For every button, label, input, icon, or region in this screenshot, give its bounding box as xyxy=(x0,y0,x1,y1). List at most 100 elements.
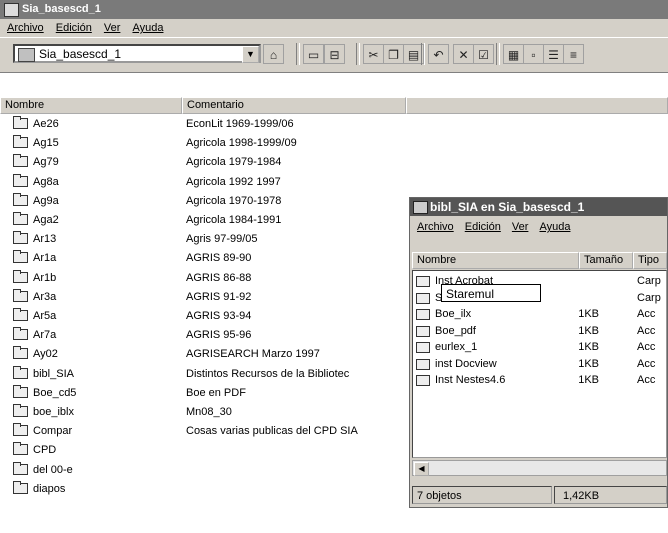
folder-icon xyxy=(13,173,28,187)
item-name: Ar5a xyxy=(33,310,57,322)
item-name: Ag8a xyxy=(33,175,59,188)
child-item-size: 1KB xyxy=(578,324,599,337)
list-item[interactable]: del 00-e xyxy=(0,461,400,479)
list-item[interactable]: Ar7a AGRIS 95-96 xyxy=(0,326,400,344)
toolbar-separator xyxy=(421,43,425,65)
folder-icon xyxy=(13,308,28,321)
folder-icon xyxy=(13,212,28,225)
list-item[interactable]: Ar1a AGRIS 89-90 xyxy=(0,249,400,267)
child-item-type: Acc xyxy=(637,324,656,337)
folder-icon xyxy=(416,292,430,304)
item-comment: Agricola 1979-1984 xyxy=(186,156,282,169)
list-item[interactable]: bibl_SIA Distintos Recursos de la Bibliot… xyxy=(0,365,400,383)
status-object-count: 7 objetos xyxy=(412,486,552,504)
chevron-down-icon[interactable]: ▼ xyxy=(242,46,259,63)
list-item[interactable]: Compar Cosas varias publicas del CPD SIA xyxy=(0,422,400,440)
list-item[interactable]: Ay02 AGRISEARCH Marzo 1997 xyxy=(0,345,400,363)
list-item[interactable]: Ag15 Agricola 1998-1999/09 xyxy=(0,134,400,152)
toolbar: Sia_basescd_1 ▼ ⌂ ▭ ⊟ ✂ ❐ ▤ ↶ ✕ ☑ ▦ ▫ ☰ ≡ xyxy=(0,37,668,73)
item-name: Ar1b xyxy=(33,271,57,284)
menu-ayuda[interactable]: Ayuda xyxy=(132,22,163,34)
folder-icon xyxy=(13,346,28,360)
child-item-type: Carp xyxy=(637,291,661,304)
toolbar-separator xyxy=(356,43,360,65)
horizontal-scrollbar[interactable]: ◀ xyxy=(412,460,667,476)
column-headers: Nombre Comentario xyxy=(0,97,668,114)
scroll-left-icon[interactable]: ◀ xyxy=(414,462,429,476)
list-item[interactable]: diapos xyxy=(0,480,400,498)
menu-edicion[interactable]: Edición xyxy=(56,22,92,34)
list-item[interactable]: Ag8a Agricola 1992 1997 xyxy=(0,173,400,191)
item-name: Ar13 xyxy=(33,233,57,246)
child-menu-archivo[interactable]: Archivo xyxy=(417,221,454,233)
shortcut-icon xyxy=(416,358,430,370)
child-menu-edicion[interactable]: Edición xyxy=(465,221,501,233)
child-column-header-size[interactable]: Tamaño xyxy=(579,252,633,269)
properties-icon[interactable]: ☑ xyxy=(473,44,494,64)
list-item[interactable]: Ag9a Agricola 1970-1978 xyxy=(0,192,400,210)
title-bar[interactable]: Sia_basescd_1 xyxy=(0,0,668,19)
up-folder-icon[interactable]: ⌂ xyxy=(263,44,284,64)
column-header-comment[interactable]: Comentario xyxy=(182,97,406,114)
item-name: Ar1a xyxy=(33,252,57,265)
child-list-item[interactable]: Boe_pdf 1KB Acc xyxy=(413,324,666,339)
list-item[interactable]: Boe_cd5 Boe en PDF xyxy=(0,384,400,402)
list-item[interactable]: Ar5a AGRIS 93-94 xyxy=(0,307,400,325)
child-menu-ayuda[interactable]: Ayuda xyxy=(539,221,570,233)
column-header-name[interactable]: Nombre xyxy=(0,97,182,114)
folder-icon xyxy=(13,116,28,129)
item-name: diapos xyxy=(33,482,66,495)
item-comment: Agris 97-99/05 xyxy=(186,233,258,246)
small-icons-icon[interactable]: ▫ xyxy=(523,44,544,64)
map-drive-icon[interactable]: ▭ xyxy=(303,44,324,64)
disconnect-icon[interactable]: ⊟ xyxy=(324,44,345,64)
item-name: Ag15 xyxy=(33,137,59,150)
child-column-header-type[interactable]: Tipo xyxy=(633,252,667,269)
list-item[interactable]: Ar1b AGRIS 86-88 xyxy=(0,269,400,287)
item-name: Ar7a xyxy=(33,329,57,342)
location-label: Sia_basescd_1 xyxy=(39,47,122,61)
details-view-icon[interactable]: ≡ xyxy=(563,44,584,64)
child-item-name: Boe_pdf xyxy=(435,324,476,337)
child-list-item[interactable]: eurlex_1 1KB Acc xyxy=(413,340,666,355)
child-item-name: Boe_ilx xyxy=(435,308,472,320)
shortcut-icon xyxy=(416,342,430,353)
item-name: bibl_SIA xyxy=(33,367,74,380)
list-item[interactable]: CPD xyxy=(0,441,400,459)
menu-archivo[interactable]: Archivo xyxy=(7,22,44,34)
list-item[interactable]: boe_iblx Mn08_30 xyxy=(0,403,400,421)
folder-icon xyxy=(13,423,28,437)
item-comment: EconLit 1969-1999/06 xyxy=(186,118,294,130)
list-item[interactable]: Ag79 Agricola 1979-1984 xyxy=(0,153,400,171)
item-name: Compar xyxy=(33,425,73,438)
list-item[interactable]: Ar13 Agris 97-99/05 xyxy=(0,230,400,248)
toolbar-separator xyxy=(496,43,500,65)
list-item[interactable]: Ar3a AGRIS 91-92 xyxy=(0,288,400,306)
list-item[interactable]: Ae26 EconLit 1969-1999/06 xyxy=(0,115,400,133)
delete-icon[interactable]: ✕ xyxy=(453,44,474,64)
child-list-item[interactable]: Boe_ilx 1KB Acc xyxy=(413,307,666,322)
folder-icon xyxy=(13,480,28,494)
child-column-header-name[interactable]: Nombre xyxy=(412,252,579,269)
list-view-icon[interactable]: ☰ xyxy=(543,44,564,64)
child-item-type: Acc xyxy=(637,341,656,353)
shortcut-icon xyxy=(416,325,430,337)
menu-ver[interactable]: Ver xyxy=(104,22,121,34)
child-list-item[interactable]: Inst Nestes4.6 1KB Acc xyxy=(413,373,666,388)
copy-icon[interactable]: ❐ xyxy=(383,44,404,64)
location-combo[interactable]: Sia_basescd_1 ▼ xyxy=(13,44,261,63)
child-item-type: Acc xyxy=(637,357,656,370)
item-comment: Agricola 1984-1991 xyxy=(186,214,282,226)
cut-icon[interactable]: ✂ xyxy=(363,44,384,64)
shortcut-icon xyxy=(416,375,430,386)
child-title-bar[interactable]: bibl_SIA en Sia_basescd_1 xyxy=(410,198,667,216)
item-comment: AGRIS 89-90 xyxy=(186,252,252,265)
child-list-item[interactable]: inst Docview 1KB Acc xyxy=(413,357,666,372)
undo-icon[interactable]: ↶ xyxy=(428,44,449,64)
item-name: boe_iblx xyxy=(33,406,74,418)
list-item[interactable]: Aga2 Agricola 1984-1991 xyxy=(0,211,400,229)
item-comment: Cosas varias publicas del CPD SIA xyxy=(186,425,358,438)
large-icons-icon[interactable]: ▦ xyxy=(503,44,524,64)
folder-icon xyxy=(13,231,28,245)
child-menu-ver[interactable]: Ver xyxy=(512,221,529,233)
